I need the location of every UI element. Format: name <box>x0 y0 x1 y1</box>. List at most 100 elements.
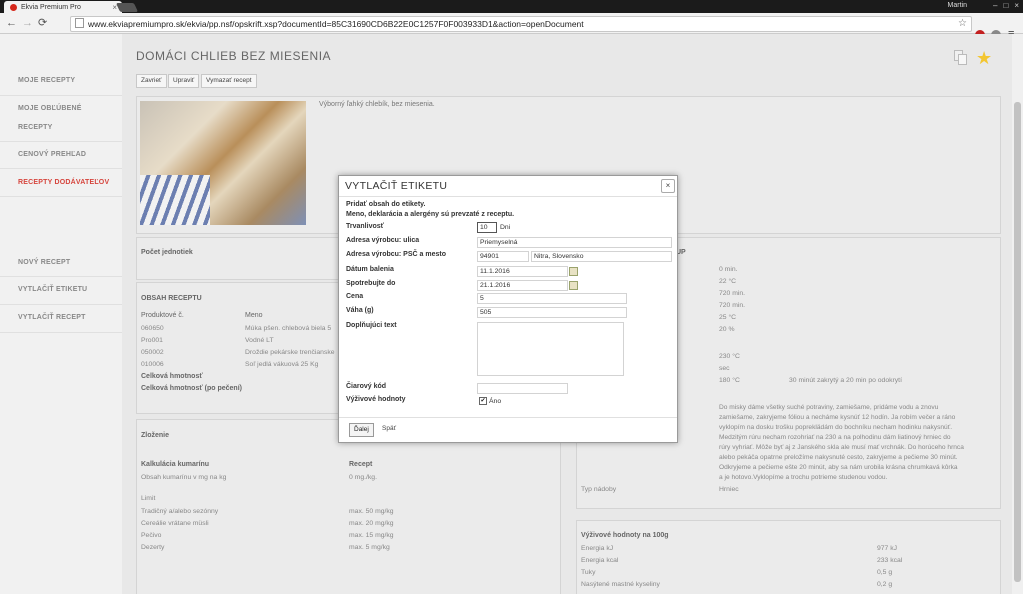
process-text-line: Do misky dáme všetky suché potraviny, za… <box>719 404 939 411</box>
bookmark-star-icon[interactable]: ☆ <box>958 17 967 31</box>
price-label: Cena <box>346 293 364 300</box>
best-before-label: Spotrebujte do <box>346 280 396 287</box>
minimize-icon[interactable]: – <box>993 1 997 10</box>
new-tab-button[interactable] <box>115 3 139 12</box>
sidebar-item-my-recipes[interactable]: MOJE RECEPTY <box>18 71 118 91</box>
contents-heading: OBSAH RECEPTU <box>141 295 202 302</box>
barcode-input[interactable] <box>477 383 568 394</box>
reload-icon[interactable]: ⟳ <box>38 16 47 30</box>
url-text: www.ekviapremiumpro.sk/ekvia/pp.nsf/opsk… <box>88 19 584 29</box>
limit-value: max. 20 mg/kg <box>349 520 394 527</box>
dialog-intro-note: Meno, deklarácia a alergény sú prevzaté … <box>346 211 515 218</box>
barcode-label: Čiarový kód <box>346 383 387 390</box>
bread-photo <box>140 101 306 225</box>
zip-input[interactable]: 94901 <box>477 251 529 262</box>
dialog-close-icon[interactable]: × <box>661 179 675 193</box>
nutrition-value: 0,5 g <box>877 569 893 576</box>
browser-titlebar: Ekvia Premium Pro × Martin – □ × <box>0 0 1023 13</box>
sidebar-divider <box>0 276 122 277</box>
product-name: Múka pšen. chlebová biela 5 <box>245 325 332 332</box>
nutrition-checkbox[interactable]: ✔ <box>479 397 487 405</box>
close-window-icon[interactable]: × <box>1014 1 1019 10</box>
browser-tab[interactable]: Ekvia Premium Pro × <box>4 1 122 13</box>
sidebar-item-new-recipe[interactable]: NOVÝ RECEPT <box>18 253 118 273</box>
recipe-description: Výborný ľahký chlebík, bez miesenia. <box>319 101 435 108</box>
close-button[interactable]: Zavrieť <box>136 74 167 88</box>
back-icon[interactable]: ← <box>6 16 17 30</box>
browser-user[interactable]: Martin <box>948 2 967 9</box>
dialog-title: VYTLAČIŤ ETIKETU <box>345 180 448 192</box>
col-product-number: Produktové č. <box>141 312 184 319</box>
next-button[interactable]: Ďalej <box>349 423 374 437</box>
price-input[interactable]: 5 <box>477 293 627 304</box>
street-input[interactable]: Priemyselná <box>477 237 672 248</box>
process-value: 0 min. <box>719 266 738 273</box>
city-input[interactable]: Nitra, Slovensko <box>531 251 672 262</box>
weight-input[interactable]: 505 <box>477 307 627 318</box>
back-link[interactable]: Späť <box>382 425 396 432</box>
process-value: 230 °C <box>719 353 740 360</box>
process-value: sec <box>719 365 730 372</box>
product-name: Vodné LT <box>245 337 274 344</box>
zip-city-label: Adresa výrobcu: PSČ a mesto <box>346 251 446 258</box>
sidebar-divider <box>0 304 122 305</box>
shelf-life-input[interactable]: 10 <box>477 222 497 233</box>
product-name: Droždie pekárske trenčianske <box>245 349 335 356</box>
edit-button[interactable]: Upraviť <box>168 74 200 88</box>
limit-value: max. 50 mg/kg <box>349 508 394 515</box>
process-text-line: zamiešame, zakryjeme fóliou a necháme ky… <box>719 414 956 421</box>
best-before-input[interactable]: 21.1.2016 <box>477 280 568 291</box>
weight-label: Váha (g) <box>346 307 374 314</box>
calendar-icon[interactable] <box>569 281 578 290</box>
sidebar: MOJE RECEPTY MOJE OBĽÚBENÉ RECEPTY CENOV… <box>0 34 122 594</box>
page-title: DOMÁCI CHLIEB BEZ MIESENIA <box>136 49 332 63</box>
limit-label: Pečivo <box>141 532 162 539</box>
dialog-header: VYTLAČIŤ ETIKETU × <box>339 176 677 197</box>
copy-icon[interactable] <box>954 50 967 65</box>
process-value: 720 min. <box>719 290 746 297</box>
limit-label: Tradičný a/alebo sezónny <box>141 508 219 515</box>
favorite-star-icon[interactable]: ★ <box>976 48 992 69</box>
nutrition-value: 233 kcal <box>877 557 903 564</box>
coumarin-calc-heading: Kalkulácia kumarínu <box>141 461 210 468</box>
process-text-line: Odkryjeme a pečieme ešte 20 minút, aby s… <box>719 464 958 471</box>
composition-panel <box>136 419 561 594</box>
delete-recipe-button[interactable]: Vymazať recept <box>201 74 257 88</box>
extra-text-area[interactable] <box>477 322 624 376</box>
product-code: 010006 <box>141 361 164 368</box>
forward-icon[interactable]: → <box>22 16 33 30</box>
nutrition-label: Energia kJ <box>581 545 614 552</box>
page-scrollbar[interactable] <box>1012 34 1023 594</box>
limit-heading: Limit <box>141 495 156 502</box>
sidebar-divider <box>0 141 122 142</box>
process-text-line: alebo pekáča opatrne preložíme nakysnuté… <box>719 454 958 461</box>
process-value: 720 min. <box>719 302 746 309</box>
maximize-icon[interactable]: □ <box>1003 1 1008 10</box>
coumarin-value: 0 mg./kg. <box>349 474 377 481</box>
product-name: Soľ jedlá vákuová 25 Kg <box>245 361 319 368</box>
sidebar-item-print-recipe[interactable]: VYTLAČIŤ RECEPT <box>18 308 118 328</box>
pack-date-label: Dátum balenia <box>346 266 394 273</box>
tab-title: Ekvia Premium Pro <box>21 3 81 11</box>
vessel-label: Typ nádoby <box>581 486 617 493</box>
address-bar[interactable]: www.ekviapremiumpro.sk/ekvia/pp.nsf/opsk… <box>70 16 972 32</box>
total-weight-baked-label: Celková hmotnosť (po pečení) <box>141 385 242 392</box>
nutrition-label: Nasýtené mastné kyseliny <box>581 581 660 588</box>
print-label-dialog: VYTLAČIŤ ETIKETU × Pridať obsah do etike… <box>338 175 678 443</box>
units-label: Počet jednotiek <box>141 249 193 256</box>
browser-toolbar: ← → ⟳ www.ekviapremiumpro.sk/ekvia/pp.ns… <box>0 13 1023 40</box>
process-text-line: rúry vyhriať. Môže byť aj z Janského skl… <box>719 444 964 451</box>
sidebar-item-price-overview[interactable]: CENOVÝ PREHĽAD <box>18 145 118 165</box>
sidebar-item-supplier-recipes[interactable]: RECEPTY DODÁVATEĽOV <box>18 173 118 193</box>
nutrition-heading: Výživové hodnoty na 100g <box>581 532 669 539</box>
calendar-icon[interactable] <box>569 267 578 276</box>
sidebar-item-favorites[interactable]: MOJE OBĽÚBENÉ RECEPTY <box>18 99 98 137</box>
sidebar-item-print-label[interactable]: VYTLAČIŤ ETIKETU <box>18 280 118 300</box>
ekvia-favicon-icon <box>10 3 17 11</box>
pack-date-input[interactable]: 11.1.2016 <box>477 266 568 277</box>
scrollbar-thumb[interactable] <box>1014 102 1021 582</box>
dialog-intro: Pridať obsah do etikety. <box>346 201 426 208</box>
process-note: 30 minút zakrytý a 20 min po odokrytí <box>789 377 902 384</box>
dialog-footer: Ďalej Späť <box>339 417 677 443</box>
nutrition-label: Tuky <box>581 569 596 576</box>
